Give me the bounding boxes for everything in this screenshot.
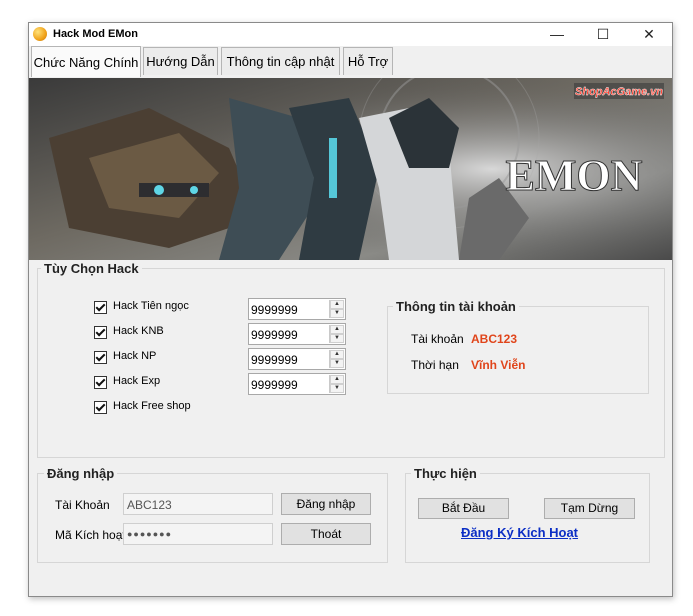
spin-buttons[interactable]: ▲ ▼: [329, 375, 344, 393]
app-window: Hack Mod EMon — ☐ ✕ Chức Năng Chính Hướn…: [28, 22, 673, 597]
spin-up-icon[interactable]: ▲: [330, 300, 344, 309]
tab-guide[interactable]: Hướng Dẫn: [143, 47, 218, 75]
exp-value-stepper[interactable]: 9999999 ▲ ▼: [248, 373, 346, 395]
register-activation-link[interactable]: Đăng Ký Kích Hoạt: [461, 525, 578, 540]
window-title: Hack Mod EMon: [53, 28, 138, 40]
execute-title: Thực hiện: [411, 466, 480, 481]
account-label: Tài khoản: [411, 332, 464, 346]
hack-options-title: Tùy Chọn Hack: [41, 261, 142, 276]
title-bar[interactable]: Hack Mod EMon — ☐ ✕: [29, 23, 672, 46]
banner-logo-text: EMON: [506, 151, 643, 200]
pause-button[interactable]: Tạm Dừng: [544, 498, 635, 519]
spin-up-icon[interactable]: ▲: [330, 375, 344, 384]
knb-value-stepper[interactable]: 9999999 ▲ ▼: [248, 323, 346, 345]
duration-value: Vĩnh Viễn: [471, 358, 526, 372]
login-button[interactable]: Đăng nhập: [281, 493, 371, 515]
close-button[interactable]: ✕: [626, 23, 672, 46]
login-group: [37, 473, 388, 563]
spin-buttons[interactable]: ▲ ▼: [329, 300, 344, 318]
checkbox-label: Hack Exp: [113, 375, 161, 387]
spin-buttons[interactable]: ▲ ▼: [329, 350, 344, 368]
tab-main-functions[interactable]: Chức Năng Chính: [31, 46, 141, 77]
minimize-button[interactable]: —: [534, 23, 580, 46]
checkbox-label: Hack Tiên ngọc: [113, 300, 189, 312]
spin-buttons[interactable]: ▲ ▼: [329, 325, 344, 343]
spin-up-icon[interactable]: ▲: [330, 350, 344, 359]
maximize-button[interactable]: ☐: [580, 23, 626, 46]
banner-watermark: ShopAcGame.vn: [575, 86, 663, 98]
np-value-stepper[interactable]: 9999999 ▲ ▼: [248, 348, 346, 370]
exit-button[interactable]: Thoát: [281, 523, 371, 545]
duration-label: Thời hạn: [411, 358, 459, 372]
login-account-label: Tài Khoản: [55, 498, 110, 512]
tab-bar: Chức Năng Chính Hướng Dẫn Thông tin cập …: [29, 46, 672, 78]
checkbox-label: Hack NP: [113, 350, 157, 362]
activation-code-label: Mã Kích hoạt: [55, 528, 126, 542]
account-info-group: [387, 306, 649, 394]
checkbox-checked-icon[interactable]: [94, 376, 107, 389]
stepper-value[interactable]: 9999999: [251, 353, 298, 367]
stepper-value[interactable]: 9999999: [251, 328, 298, 342]
checkbox-checked-icon[interactable]: [94, 326, 107, 339]
checkbox-label: Hack KNB: [113, 325, 164, 337]
app-logo-icon: [33, 27, 47, 41]
activation-code-value[interactable]: ●●●●●●●: [127, 529, 172, 539]
start-button[interactable]: Bắt Đầu: [418, 498, 509, 519]
tien-ngoc-value-stepper[interactable]: 9999999 ▲ ▼: [248, 298, 346, 320]
checkbox-checked-icon[interactable]: [94, 351, 107, 364]
checkbox-label: Hack Free shop: [113, 400, 191, 412]
spin-up-icon[interactable]: ▲: [330, 325, 344, 334]
tab-support[interactable]: Hỗ Trợ: [343, 47, 393, 75]
account-value: ABC123: [471, 332, 518, 346]
login-account-value[interactable]: ABC123: [127, 498, 172, 512]
login-title: Đăng nhập: [44, 466, 118, 481]
banner-artwork: ShopAcGame.vn EMON: [29, 78, 672, 260]
spin-down-icon[interactable]: ▼: [330, 384, 344, 393]
login-account-input[interactable]: ABC123: [123, 493, 273, 515]
tab-update-info[interactable]: Thông tin cập nhật: [221, 47, 340, 75]
stepper-value[interactable]: 9999999: [251, 378, 298, 392]
spin-down-icon[interactable]: ▼: [330, 334, 344, 343]
stepper-value[interactable]: 9999999: [251, 303, 298, 317]
spin-down-icon[interactable]: ▼: [330, 309, 344, 318]
activation-code-input[interactable]: ●●●●●●●: [123, 523, 273, 545]
account-info-title: Thông tin tài khoản: [393, 299, 519, 314]
spin-down-icon[interactable]: ▼: [330, 359, 344, 368]
checkbox-checked-icon[interactable]: [94, 401, 107, 414]
checkbox-checked-icon[interactable]: [94, 301, 107, 314]
game-banner: ShopAcGame.vn EMON: [29, 78, 672, 260]
